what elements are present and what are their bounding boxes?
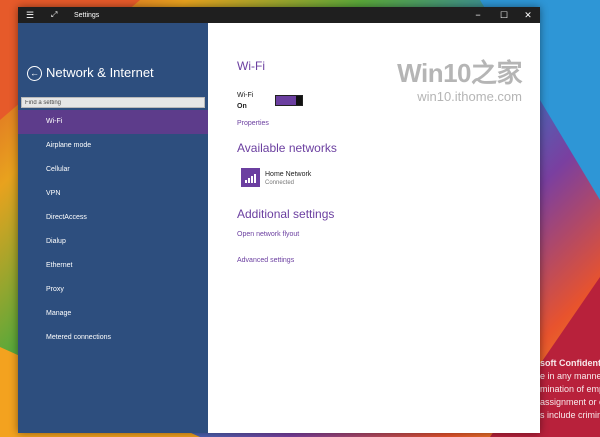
signal-bar: [248, 178, 250, 183]
settings-window: ☰ ⤢ Settings − ☐ ✕ ← Network & Internet …: [18, 7, 540, 433]
additional-settings-heading: Additional settings: [237, 207, 335, 221]
available-networks-heading: Available networks: [237, 141, 337, 155]
wifi-signal-icon: [241, 168, 260, 187]
toggle-knob: [296, 96, 302, 105]
sidebar-item-label: Proxy: [46, 286, 64, 293]
back-arrow-icon[interactable]: ←: [27, 66, 42, 81]
window-title: Settings: [74, 12, 100, 19]
sidebar: ← Network & Internet Wi-Fi Airplane mode…: [18, 23, 208, 433]
wifi-toggle-label: Wi-Fi: [237, 92, 254, 99]
background-confidential-text: soft Confidentia e in any manner minatio…: [540, 358, 600, 420]
sidebar-item-label: DirectAccess: [46, 214, 87, 221]
sidebar-item-airplane-mode[interactable]: Airplane mode: [18, 134, 208, 158]
search-input[interactable]: [22, 98, 207, 107]
sidebar-item-label: Cellular: [46, 166, 70, 173]
sidebar-item-label: VPN: [46, 190, 61, 197]
watermark-logo: Win10之家: [397, 58, 522, 88]
maximize-button[interactable]: ☐: [497, 9, 511, 21]
close-button[interactable]: ✕: [521, 9, 535, 21]
watermark-url: win10.ithome.com: [417, 89, 522, 104]
network-status: Connected: [265, 180, 295, 186]
signal-bar: [251, 176, 253, 183]
fullscreen-icon[interactable]: ⤢: [51, 10, 57, 20]
sidebar-item-dialup[interactable]: Dialup: [18, 230, 208, 254]
sidebar-item-label: Wi-Fi: [46, 118, 63, 125]
sidebar-item-proxy[interactable]: Proxy: [18, 278, 208, 302]
network-name: Home Network: [265, 171, 312, 178]
sidebar-item-label: Metered connections: [46, 334, 111, 341]
sidebar-title: Network & Internet: [46, 65, 154, 80]
sidebar-item-directaccess[interactable]: DirectAccess: [18, 206, 208, 230]
page-title: Wi-Fi: [237, 59, 265, 73]
hamburger-menu-icon[interactable]: ☰: [26, 10, 34, 20]
sidebar-item-label: Manage: [46, 310, 72, 317]
sidebar-item-metered-connections[interactable]: Metered connections: [18, 326, 208, 350]
search-box[interactable]: [21, 97, 207, 108]
sidebar-item-label: Dialup: [46, 238, 66, 245]
sidebar-item-cellular[interactable]: Cellular: [18, 158, 208, 182]
properties-link[interactable]: Properties: [237, 119, 269, 128]
sidebar-item-label: Airplane mode: [46, 142, 92, 149]
wifi-toggle-state: On: [237, 103, 247, 110]
minimize-button[interactable]: −: [471, 9, 485, 21]
wifi-toggle[interactable]: [275, 95, 303, 106]
signal-bar: [245, 180, 247, 183]
main-content: Wi-Fi Wi-Fi On Properties Available netw…: [208, 23, 540, 433]
title-bar[interactable]: ☰ ⤢ Settings − ☐ ✕: [18, 7, 540, 23]
advanced-settings-link[interactable]: Advanced settings: [237, 256, 294, 265]
sidebar-item-ethernet[interactable]: Ethernet: [18, 254, 208, 278]
sidebar-item-wifi[interactable]: Wi-Fi: [18, 110, 208, 134]
signal-bar: [254, 174, 256, 183]
sidebar-item-vpn[interactable]: VPN: [18, 182, 208, 206]
sidebar-item-manage[interactable]: Manage: [18, 302, 208, 326]
sidebar-item-label: Ethernet: [46, 262, 73, 269]
open-network-flyout-link[interactable]: Open network flyout: [237, 230, 299, 239]
site-watermark: Win10之家 win10.ithome.com: [397, 59, 522, 104]
